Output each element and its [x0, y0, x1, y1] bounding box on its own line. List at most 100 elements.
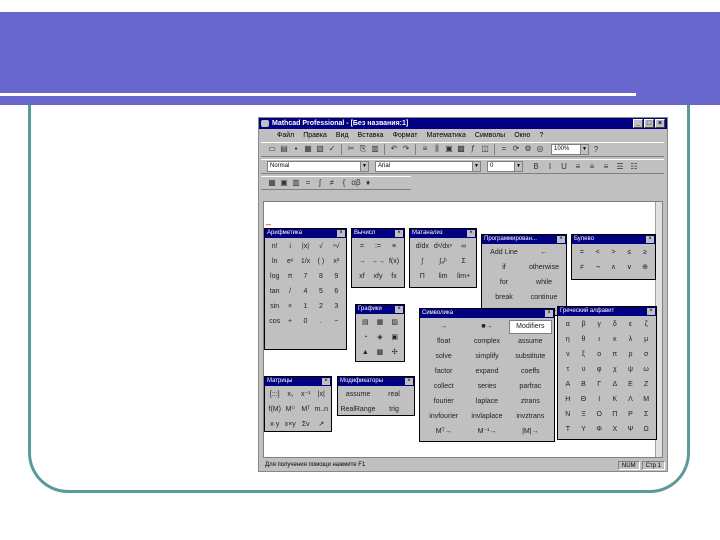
save-icon[interactable]: ▪ [291, 144, 301, 154]
matrices-palette-button[interactable]: f(M) [267, 403, 283, 417]
greek-palette-button[interactable]: β [576, 318, 592, 332]
close-icon[interactable]: × [395, 230, 403, 237]
calculus-palette-button[interactable]: dⁿ/dxⁿ [433, 240, 454, 254]
close-icon[interactable]: × [557, 236, 565, 243]
function-icon[interactable]: ƒ [468, 144, 478, 154]
symbolic-palette-button[interactable]: invlaplace [465, 410, 508, 424]
greek-palette-button[interactable]: Ω [638, 423, 654, 437]
close-icon[interactable]: × [647, 308, 655, 315]
calculus-palette-button[interactable]: lim+ [453, 270, 474, 284]
programming-icon[interactable]: { [339, 178, 349, 188]
greek-palette-button[interactable]: χ [607, 363, 623, 377]
matrices-palette-button[interactable]: Mᵀ [298, 403, 314, 417]
underline-button[interactable]: U [559, 162, 569, 172]
copy-icon[interactable]: ⎘ [358, 144, 368, 154]
maximize-button[interactable]: □ [644, 119, 654, 128]
programming-palette-button[interactable]: ← [524, 246, 564, 260]
boolean-palette-button[interactable]: ∨ [621, 261, 637, 275]
symbolic-palette-button[interactable]: Modifiers [508, 320, 552, 334]
arithmetic-palette-button[interactable]: 9 [329, 270, 344, 284]
matrices-palette-button[interactable]: x×y [283, 418, 299, 431]
close-icon[interactable]: × [395, 306, 403, 313]
cut-icon[interactable]: ✂ [346, 144, 356, 154]
symbolic-palette-button[interactable]: complex [465, 335, 508, 349]
greek-palette-button[interactable]: Λ [623, 393, 639, 407]
close-icon[interactable]: × [322, 378, 330, 385]
greek-palette-button[interactable]: Υ [576, 423, 592, 437]
greek-palette-button[interactable]: Η [560, 393, 576, 407]
menu-item[interactable]: Окно [514, 130, 530, 141]
arithmetic-palette-button[interactable]: 7 [298, 270, 313, 284]
close-icon[interactable]: × [545, 310, 553, 317]
greek-palette-button[interactable]: α [560, 318, 576, 332]
italic-button[interactable]: I [545, 162, 555, 172]
arithmetic-palette-button[interactable]: n! [267, 240, 282, 254]
modifiers-palette-button[interactable]: real [376, 388, 412, 402]
evaluation-palette-button[interactable]: xf [354, 270, 370, 284]
calculate-icon[interactable]: ⟳ [511, 144, 521, 154]
evaluation-palette-button[interactable]: ≡ [386, 240, 402, 254]
arithmetic-palette-button[interactable]: 0 [298, 315, 313, 329]
greek-palette-button[interactable]: θ [576, 333, 592, 347]
calculus-palette-button[interactable]: ∫ [412, 255, 433, 269]
calculus-icon[interactable]: ∫ [315, 178, 325, 188]
symbolic-palette-button[interactable]: substitute [509, 350, 552, 364]
boolean-palette-button[interactable]: ⊕ [637, 261, 653, 275]
graphs-palette-button[interactable]: ▲ [358, 346, 373, 360]
symbolic-palette-button[interactable]: → [422, 320, 465, 334]
arithmetic-palette-button[interactable]: 3 [329, 300, 344, 314]
arithmetic-palette-button[interactable]: ⁿ√ [329, 240, 344, 254]
evaluation-palette-button[interactable]: →→ [370, 255, 386, 269]
modifiers-palette-title[interactable]: Модификаторы × [338, 377, 414, 386]
menu-item[interactable]: Файл [277, 130, 294, 141]
align-v-icon[interactable]: ⫼ [432, 144, 442, 154]
greek-palette-button[interactable]: ι [591, 333, 607, 347]
symbolic-palette-button[interactable]: coeffs [509, 365, 552, 379]
symbolic-palette-button[interactable]: series [465, 380, 508, 394]
greek-palette-button[interactable]: Κ [607, 393, 623, 407]
greek-palette-button[interactable]: Ι [591, 393, 607, 407]
boolean-palette-button[interactable]: = [574, 246, 590, 260]
symbolic-palette-button[interactable]: assume [509, 335, 552, 349]
matrices-palette-button[interactable]: [:::] [267, 388, 283, 402]
greek-palette-button[interactable]: ρ [623, 348, 639, 362]
greek-palette-button[interactable]: Φ [591, 423, 607, 437]
modifiers-palette-button[interactable]: RealRange [340, 403, 376, 415]
arithmetic-palette-button[interactable]: × [282, 300, 297, 314]
undo-icon[interactable]: ↶ [389, 144, 399, 154]
matrices-palette-button[interactable]: x·y [267, 418, 283, 431]
calculus-palette-button[interactable]: ∞ [453, 240, 474, 254]
greek-palette-button[interactable]: Ν [560, 408, 576, 422]
arithmetic-palette-button[interactable]: 6 [329, 285, 344, 299]
boolean-palette-button[interactable]: ¬ [590, 261, 606, 275]
menu-item[interactable]: Формат [393, 130, 418, 141]
programming-palette-button[interactable]: continue [524, 291, 564, 305]
graphs-palette-button[interactable]: ▤ [358, 316, 373, 330]
new-icon[interactable]: ▭ [267, 144, 277, 154]
boolean-palette-button[interactable]: ≠ [574, 261, 590, 275]
graphs-palette-button[interactable]: ▨ [387, 316, 402, 330]
greek-palette-button[interactable]: κ [607, 333, 623, 347]
greek-palette-button[interactable]: Σ [638, 408, 654, 422]
matrices-palette-button[interactable]: M⁽⁾ [283, 403, 299, 417]
programming-palette-button[interactable]: for [484, 276, 524, 290]
matrices-palette-title[interactable]: Матрицы × [265, 377, 331, 386]
align-left-button[interactable]: ≡ [573, 162, 583, 172]
boolean-palette-button[interactable]: ≥ [637, 246, 653, 260]
align-right-button[interactable]: ≡ [601, 162, 611, 172]
boolean-palette-button[interactable]: ≤ [621, 246, 637, 260]
symbolic-palette-button[interactable]: M⁻¹→ [465, 425, 508, 439]
greek-palette-button[interactable]: Π [607, 408, 623, 422]
greek-palette-button[interactable]: Μ [638, 393, 654, 407]
graph-icon[interactable]: ▣ [279, 178, 289, 188]
programming-palette-title[interactable]: Программирован... × [482, 235, 566, 244]
arithmetic-palette-button[interactable]: log [267, 270, 282, 284]
programming-palette-button[interactable]: Add Line [484, 246, 524, 260]
matrix-icon[interactable]: ▥ [291, 178, 301, 188]
greek-palette-title[interactable]: Греческий алфавит × [558, 307, 656, 316]
matrices-palette-button[interactable]: Σv [298, 418, 314, 431]
close-icon[interactable]: × [467, 230, 475, 237]
arithmetic-palette-button[interactable]: x² [329, 255, 344, 269]
arithmetic-palette-button[interactable]: 2 [313, 300, 328, 314]
greek-palette-button[interactable]: Ζ [638, 378, 654, 392]
